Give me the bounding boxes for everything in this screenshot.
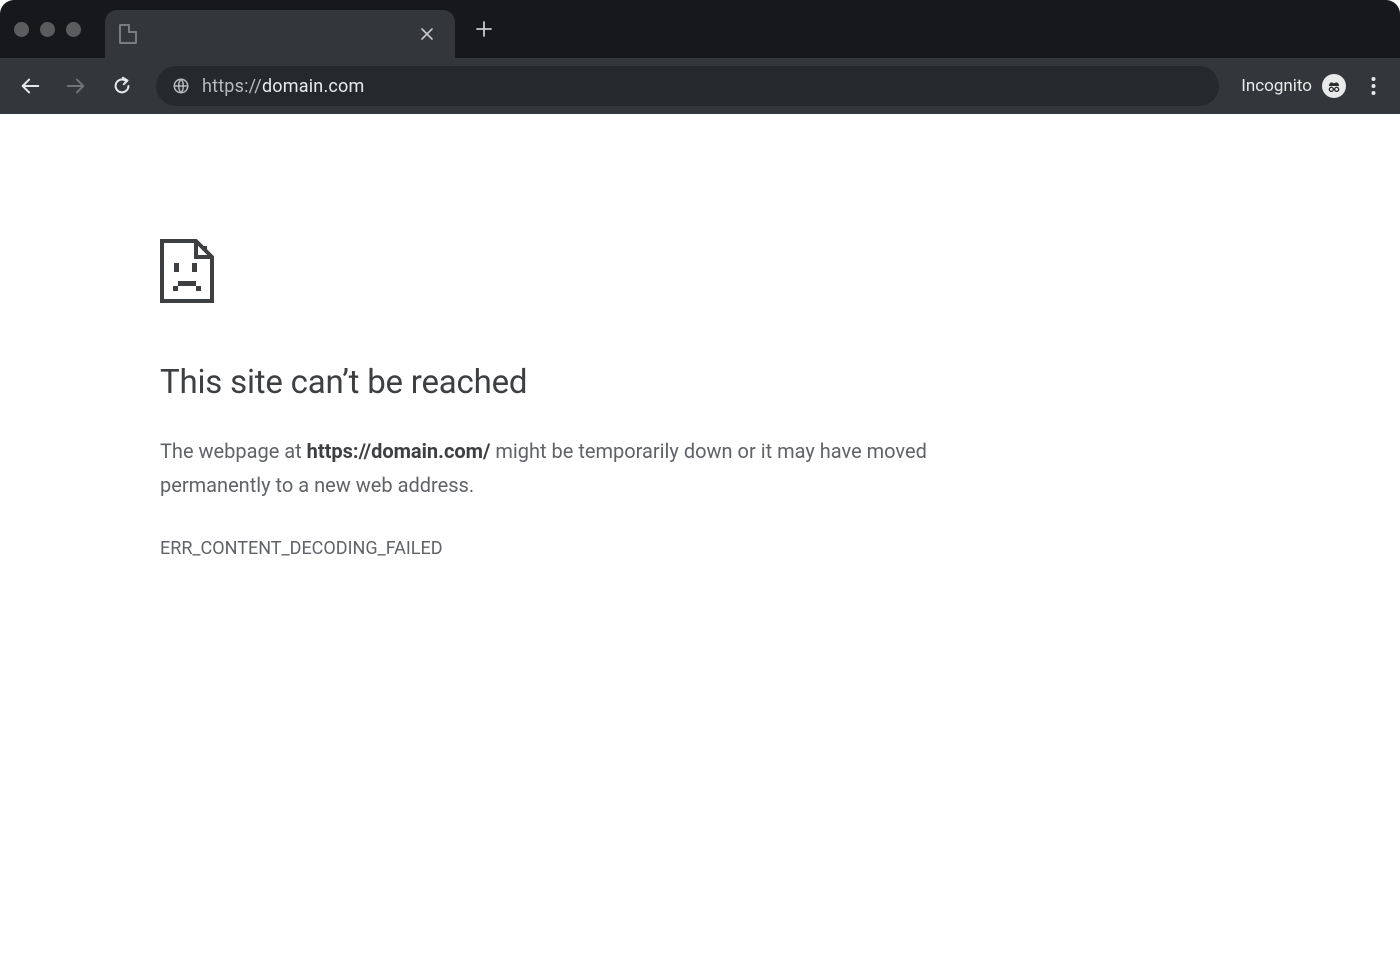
incognito-label: Incognito bbox=[1241, 76, 1312, 96]
reload-icon bbox=[111, 75, 133, 97]
url-host: domain.com bbox=[262, 76, 365, 97]
close-icon bbox=[421, 28, 433, 40]
browser-window: https://domain.com Incognito bbox=[0, 0, 1400, 978]
window-controls bbox=[14, 22, 81, 37]
url-scheme: https:// bbox=[202, 76, 262, 97]
toolbar: https://domain.com Incognito bbox=[0, 58, 1400, 114]
close-tab-button[interactable] bbox=[421, 28, 441, 40]
arrow-left-icon bbox=[19, 75, 41, 97]
kebab-icon bbox=[1371, 77, 1376, 95]
browser-tab[interactable] bbox=[105, 10, 455, 58]
page-icon bbox=[119, 24, 137, 44]
window-close-button[interactable] bbox=[14, 22, 29, 37]
error-page: This site can’t be reached The webpage a… bbox=[0, 114, 1000, 559]
window-minimize-button[interactable] bbox=[40, 22, 55, 37]
reload-button[interactable] bbox=[102, 66, 142, 106]
error-body-prefix: The webpage at bbox=[160, 439, 307, 463]
window-maximize-button[interactable] bbox=[66, 22, 81, 37]
url-text: https://domain.com bbox=[202, 76, 364, 97]
forward-button[interactable] bbox=[56, 66, 96, 106]
incognito-indicator[interactable]: Incognito bbox=[1241, 74, 1346, 98]
address-bar[interactable]: https://domain.com bbox=[156, 66, 1219, 106]
error-body-url: https://domain.com/ bbox=[307, 439, 491, 463]
sad-page-icon bbox=[160, 239, 1000, 307]
error-body: The webpage at https://domain.com/ might… bbox=[160, 434, 1000, 502]
plus-icon bbox=[476, 21, 492, 37]
browser-menu-button[interactable] bbox=[1356, 69, 1390, 103]
incognito-icon bbox=[1322, 74, 1346, 98]
new-tab-button[interactable] bbox=[469, 14, 499, 44]
error-code: ERR_CONTENT_DECODING_FAILED bbox=[160, 538, 1000, 559]
arrow-right-icon bbox=[65, 75, 87, 97]
tab-strip bbox=[0, 0, 1400, 58]
error-heading: This site can’t be reached bbox=[160, 363, 1000, 402]
back-button[interactable] bbox=[10, 66, 50, 106]
globe-icon bbox=[172, 77, 190, 95]
page-content: This site can’t be reached The webpage a… bbox=[0, 114, 1400, 978]
